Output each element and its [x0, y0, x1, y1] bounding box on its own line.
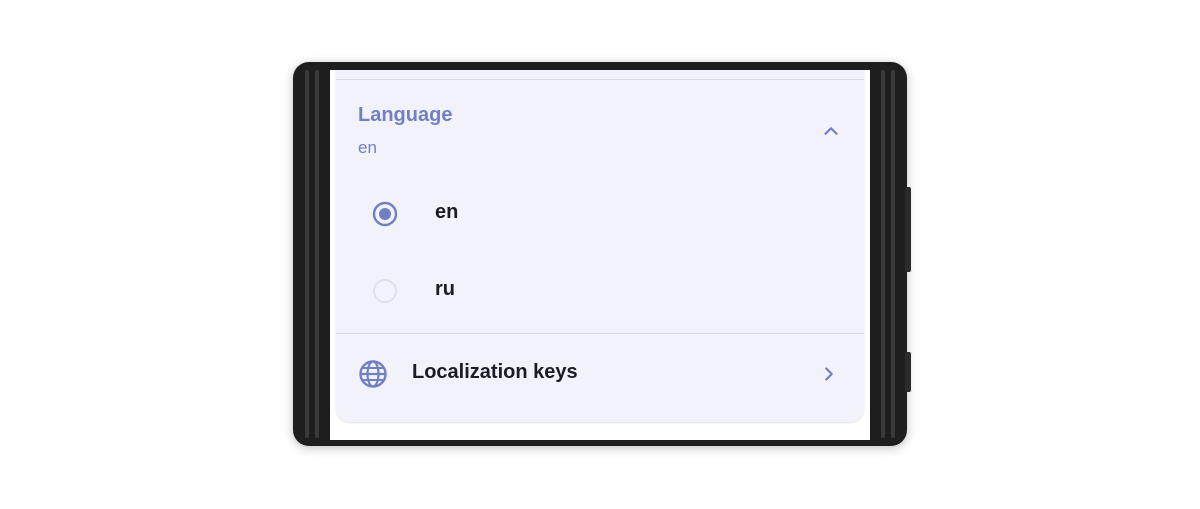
settings-card: Language en en ru Localization keys — [336, 70, 864, 422]
bezel-stripe-left — [305, 70, 309, 438]
bezel-stripe-right — [891, 70, 895, 438]
screen: Language en en ru Localization keys — [330, 70, 870, 440]
power-button — [905, 352, 911, 392]
chevron-right-icon — [825, 367, 833, 381]
language-option-ru[interactable]: ru — [336, 261, 864, 321]
language-title: Language — [358, 104, 453, 126]
divider — [336, 333, 864, 334]
chevron-up-icon[interactable] — [820, 120, 842, 142]
localization-keys-item[interactable]: Localization keys — [336, 344, 864, 404]
radio-unselected-icon[interactable] — [372, 278, 398, 304]
divider — [336, 79, 864, 80]
bezel-stripe-left-inner — [315, 70, 319, 438]
language-section-header[interactable]: Language en — [358, 102, 848, 172]
option-label-en: en — [435, 201, 459, 223]
globe-icon — [359, 360, 387, 388]
option-label-ru: ru — [435, 278, 455, 300]
language-selected-value: en — [358, 138, 377, 157]
language-option-en[interactable]: en — [336, 184, 864, 244]
radio-selected-icon[interactable] — [372, 201, 398, 227]
bezel-stripe-right-inner — [881, 70, 885, 438]
localization-keys-label: Localization keys — [412, 361, 578, 383]
device-frame: Language en en ru Localization keys — [293, 62, 911, 446]
volume-button — [905, 187, 911, 272]
